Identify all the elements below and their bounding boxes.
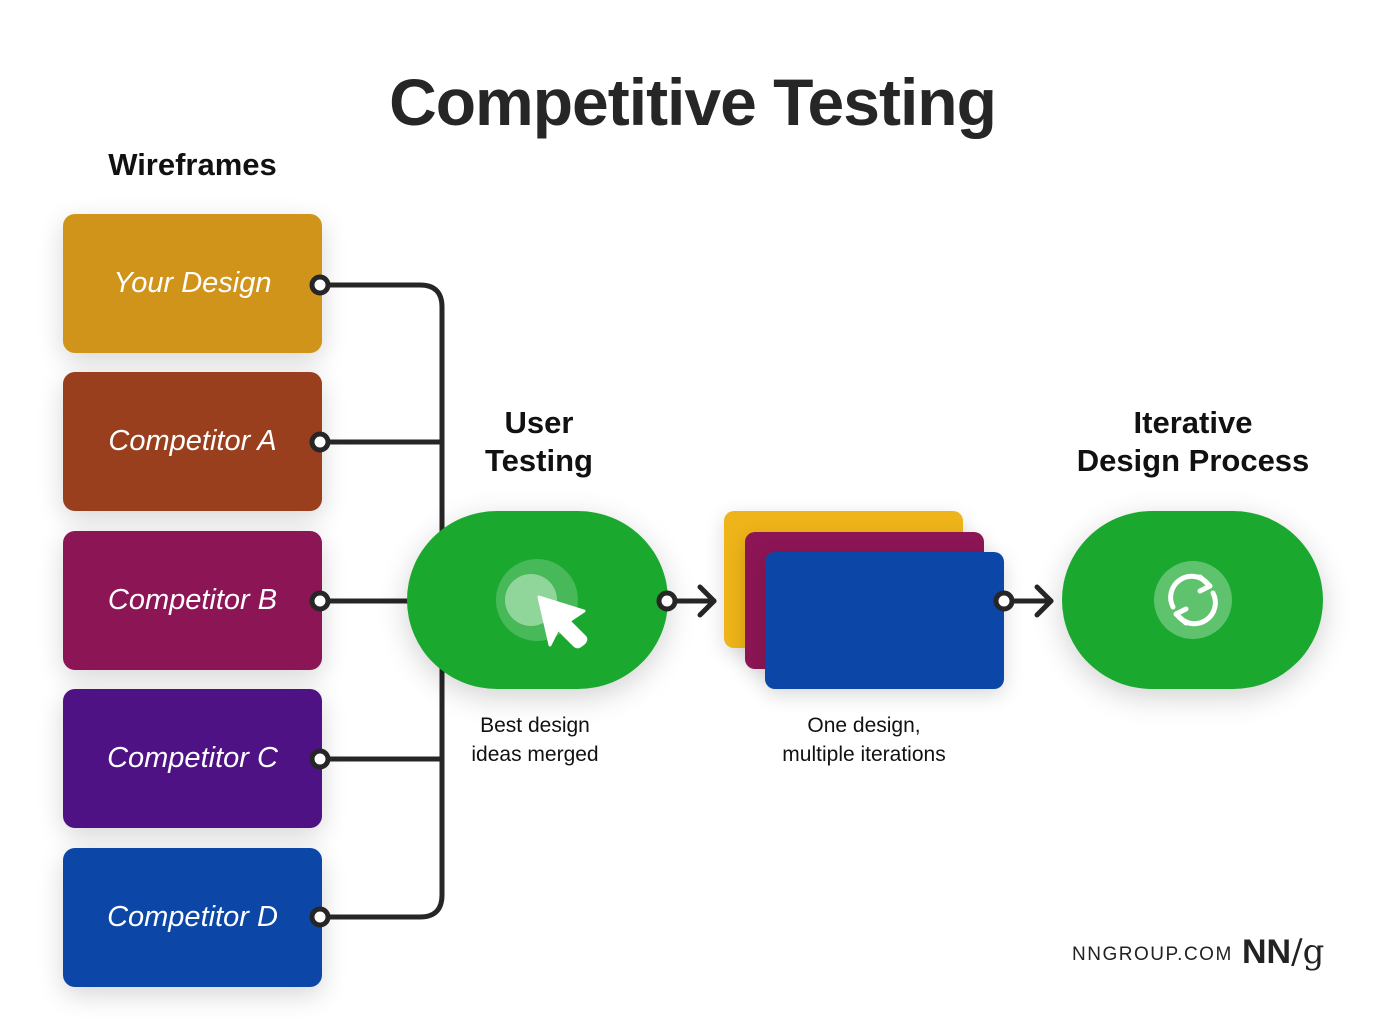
caption-line: multiple iterations [782,743,946,766]
iterations-caption: One design, multiple iterations [744,711,984,769]
heading-line: Iterative [1133,405,1253,440]
logo-g: g [1302,932,1325,972]
iterative-process-heading: Iterative Design Process [1050,404,1336,480]
arrow-right-icon [993,584,1054,618]
refresh-icon [1154,561,1232,639]
caption-line: One design, [807,714,921,737]
iterative-process-node [1062,511,1323,689]
logo-nn: NN [1242,933,1292,971]
nng-logo: NN/g [1242,932,1324,972]
heading-line: User [504,405,574,440]
caption-line: ideas merged [471,743,599,766]
user-testing-caption: Best design ideas merged [437,711,633,769]
footer-site-link[interactable]: NNGROUP.COM [1072,944,1233,966]
caption-line: Best design [480,714,590,737]
user-testing-heading: User Testing [437,404,641,480]
user-testing-node [407,511,668,689]
heading-line: Testing [485,443,593,478]
iteration-card-blue [765,552,1004,689]
arrow-right-icon [656,584,717,618]
heading-line: Design Process [1076,443,1310,478]
logo-slash: / [1291,932,1303,972]
cursor-click-icon [496,559,588,649]
